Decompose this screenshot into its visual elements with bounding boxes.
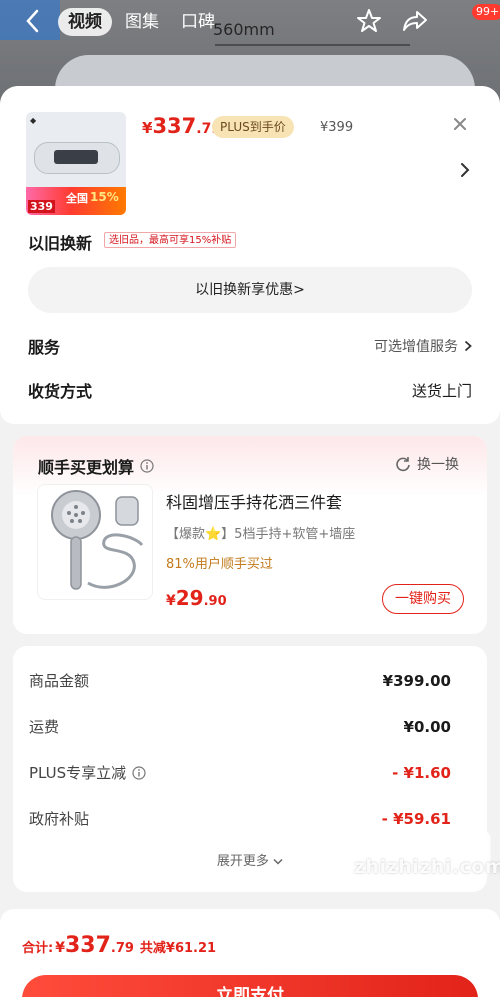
- total-label: 合计:: [22, 941, 54, 956]
- original-price: ¥399: [320, 120, 354, 135]
- tab-video[interactable]: 视频: [58, 8, 112, 36]
- pay-now-button[interactable]: 立即支付: [22, 975, 478, 997]
- bundle-price-main: 29: [175, 586, 204, 610]
- info-icon[interactable]: [140, 459, 154, 473]
- plus-discount-label-text: PLUS专享立减: [29, 764, 127, 782]
- plus-price: ¥ 337 .79: [142, 114, 221, 138]
- info-icon[interactable]: [132, 765, 146, 780]
- subsidy-label: 政府补贴: [29, 810, 90, 828]
- top-navigation: 视频 图集 口碑 99+: [0, 0, 500, 42]
- thumb-percent: 15%: [90, 190, 119, 204]
- service-value: 可选增值服务: [374, 336, 472, 356]
- chevron-right-icon: [464, 340, 472, 352]
- tradein-tag: 选旧品，最高可享15%补贴: [104, 232, 237, 248]
- chevron-right-icon[interactable]: [460, 162, 470, 178]
- shipping-value: ¥0.00: [403, 717, 451, 736]
- summary-row-shipping: 运费 ¥0.00: [29, 716, 451, 737]
- bundle-price: ¥ 29 .90: [166, 586, 227, 610]
- bundle-product-desc: 【爆款⭐】5档手持+软管+墙座: [166, 527, 356, 542]
- bundle-title-text: 顺手买更划算: [38, 458, 135, 477]
- watermark-text: zhizhizhi.com: [354, 856, 500, 878]
- bundle-bought-rate: 81%用户顺手买过: [166, 557, 273, 572]
- delivery-value: 送货上门: [411, 381, 472, 400]
- heater-panel: [54, 150, 98, 164]
- plus-discount-label: PLUS专享立减: [29, 762, 146, 783]
- subsidy-value: - ¥59.61: [381, 809, 451, 828]
- expand-more-label: 展开更多: [216, 854, 269, 869]
- thumb-quan: 全国: [66, 192, 88, 205]
- summary-row-subsidy: 政府补贴 - ¥59.61: [29, 808, 451, 829]
- price-yen: ¥: [142, 119, 153, 137]
- delivery-label: 收货方式: [28, 382, 93, 401]
- plus-discount-value: - ¥1.60: [392, 763, 451, 782]
- back-arrow-icon[interactable]: [22, 8, 44, 34]
- total-price: 合计: ¥ 337 .79 共减¥61.21: [22, 933, 216, 958]
- plus-price-tag: PLUS到手价: [212, 116, 294, 138]
- goods-amount-label: 商品金额: [29, 672, 90, 690]
- bundle-price-yen: ¥: [166, 593, 176, 609]
- message-badge: 99+: [472, 4, 500, 20]
- shower-head-icon: [51, 490, 144, 590]
- refresh-icon: [396, 457, 410, 472]
- summary-row-goods: 商品金额 ¥399.00: [29, 670, 451, 691]
- bundle-title: 顺手买更划算: [38, 454, 154, 478]
- product-thumbnail[interactable]: ◆ 339 全国 15%: [26, 112, 126, 215]
- thumb-price: 339: [28, 200, 55, 213]
- shipping-label: 运费: [29, 718, 60, 736]
- tradein-button[interactable]: 以旧换新享优惠>: [28, 267, 472, 313]
- share-icon[interactable]: [402, 9, 428, 33]
- total-decimal: .79: [110, 941, 134, 956]
- chevron-down-icon: [273, 858, 283, 865]
- product-header-card: ◆ 339 全国 15% ¥ 337 .79 PLUS到手价 ¥399 以旧换新…: [0, 86, 500, 424]
- service-label: 服务: [28, 338, 61, 357]
- total-yen: ¥: [55, 940, 65, 956]
- one-click-buy-button[interactable]: 一键购买: [382, 584, 464, 614]
- brand-logo-icon: ◆: [30, 116, 37, 125]
- dimension-line: [215, 44, 410, 46]
- tab-gallery[interactable]: 图集: [125, 8, 159, 36]
- checkout-bar: 合计: ¥ 337 .79 共减¥61.21 立即支付: [0, 909, 500, 997]
- bundle-card: 顺手买更划算 换一换 科固增压手持花洒三件套 【爆款⭐】5档手持+软管+墙座 8…: [13, 436, 487, 634]
- delivery-row[interactable]: 收货方式 送货上门: [28, 378, 472, 402]
- purchase-sheet: ◆ 339 全国 15% ¥ 337 .79 PLUS到手价 ¥399 以旧换新…: [0, 86, 500, 997]
- bundle-price-decimal: .90: [203, 594, 227, 609]
- service-row[interactable]: 服务 可选增值服务: [28, 334, 472, 358]
- summary-row-plus: PLUS专享立减 - ¥1.60: [29, 762, 451, 783]
- refresh-button[interactable]: 换一换: [395, 454, 459, 474]
- tradein-label: 以旧换新: [28, 234, 93, 253]
- favorite-star-icon[interactable]: [356, 8, 382, 34]
- refresh-label: 换一换: [417, 457, 459, 473]
- bundle-product-image[interactable]: [37, 484, 153, 600]
- tab-reviews[interactable]: 口碑: [181, 8, 215, 36]
- price-main: 337: [152, 114, 197, 138]
- total-main: 337: [64, 933, 111, 958]
- total-savings: 共减¥61.21: [139, 941, 217, 956]
- close-icon[interactable]: [452, 116, 468, 132]
- bundle-product-name[interactable]: 科固增压手持花洒三件套: [166, 489, 342, 513]
- service-value-text: 可选增值服务: [374, 339, 458, 355]
- goods-amount-value: ¥399.00: [382, 671, 451, 690]
